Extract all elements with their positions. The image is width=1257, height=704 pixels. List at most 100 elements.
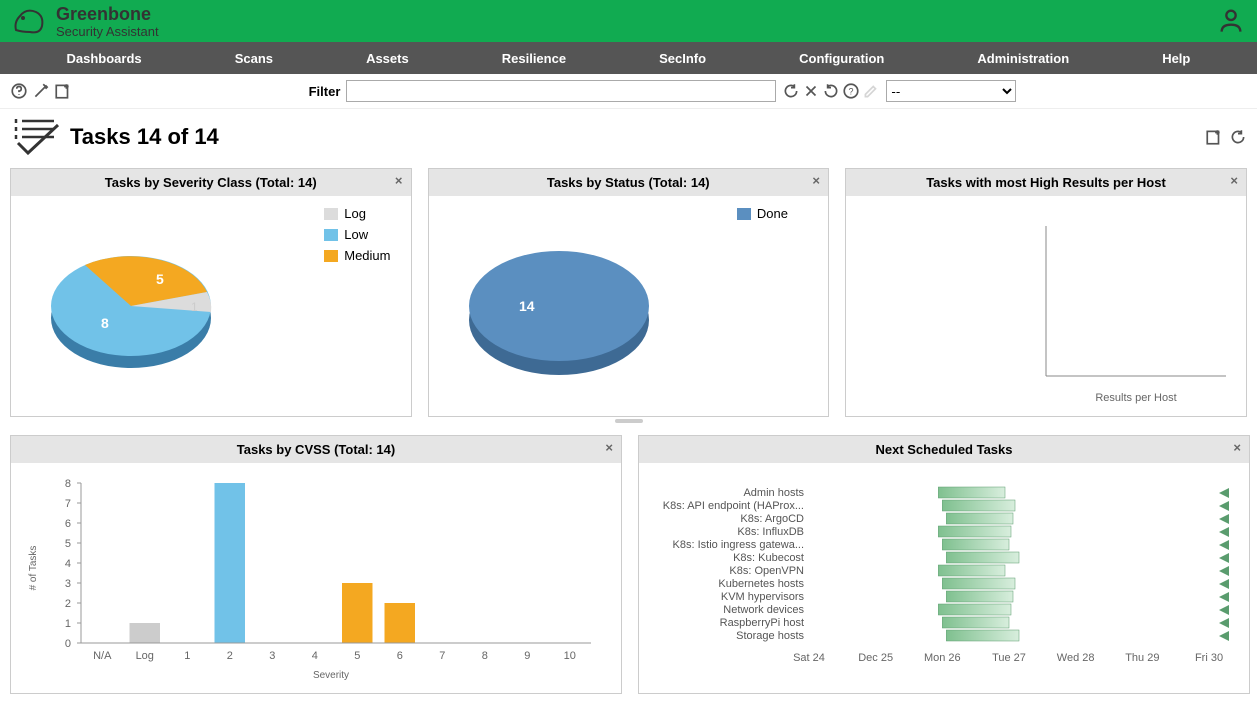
wizard-icon[interactable] xyxy=(32,82,50,100)
svg-text:Kubernetes hosts: Kubernetes hosts xyxy=(718,578,804,590)
svg-text:4: 4 xyxy=(312,650,318,662)
svg-text:7: 7 xyxy=(439,650,445,662)
panel-scheduled: Next Scheduled Tasks × Admin hostsK8s: AP… xyxy=(638,435,1250,694)
svg-text:5: 5 xyxy=(354,650,360,662)
toolbar: Filter ? -- xyxy=(0,74,1257,109)
nav-configuration[interactable]: Configuration xyxy=(783,43,900,74)
panel-high-title: Tasks with most High Results per Host xyxy=(926,175,1166,190)
svg-text:4: 4 xyxy=(65,558,71,570)
page-head: Tasks 14 of 14 xyxy=(0,109,1257,168)
reset-filter-icon[interactable] xyxy=(822,82,840,100)
filter-select[interactable]: -- xyxy=(886,80,1016,102)
svg-text:1: 1 xyxy=(65,618,71,630)
svg-text:K8s: InfluxDB: K8s: InfluxDB xyxy=(737,526,804,538)
svg-text:0: 0 xyxy=(65,638,71,650)
svg-text:6: 6 xyxy=(65,518,71,530)
svg-text:Dec 25: Dec 25 xyxy=(858,652,893,664)
panel-high-results: Tasks with most High Results per Host × R… xyxy=(845,168,1247,417)
legend-log: Log xyxy=(344,206,366,221)
svg-text:3: 3 xyxy=(65,578,71,590)
new-task-icon[interactable] xyxy=(54,82,72,100)
panel-cvss-title: Tasks by CVSS (Total: 14) xyxy=(237,442,395,457)
panel-severity-title: Tasks by Severity Class (Total: 14) xyxy=(105,175,317,190)
refresh-filter-icon[interactable] xyxy=(782,82,800,100)
panel-status-title: Tasks by Status (Total: 14) xyxy=(547,175,710,190)
status-pie-chart: 14 xyxy=(439,206,699,406)
clear-filter-icon[interactable] xyxy=(802,82,820,100)
svg-text:Admin hosts: Admin hosts xyxy=(743,487,804,499)
svg-text:Tue 27: Tue 27 xyxy=(992,652,1026,664)
svg-text:K8s: ArgoCD: K8s: ArgoCD xyxy=(740,513,804,525)
svg-text:1: 1 xyxy=(184,650,190,662)
severity-pie-chart: 5 1 8 xyxy=(21,206,281,406)
svg-text:5: 5 xyxy=(65,538,71,550)
nav-secinfo[interactable]: SecInfo xyxy=(643,43,722,74)
legend-done: Done xyxy=(757,206,788,221)
nav-dashboards[interactable]: Dashboards xyxy=(51,43,158,74)
reset-dashboard-icon[interactable] xyxy=(1229,128,1247,146)
svg-text:2: 2 xyxy=(227,650,233,662)
close-icon[interactable]: × xyxy=(812,173,820,188)
svg-text:6: 6 xyxy=(397,650,403,662)
svg-text:?: ? xyxy=(849,86,854,96)
svg-text:K8s: Istio ingress gatewa...: K8s: Istio ingress gatewa... xyxy=(673,539,804,551)
close-icon[interactable]: × xyxy=(1233,440,1241,455)
panel-cvss: Tasks by CVSS (Total: 14) × # of Tasks Se… xyxy=(10,435,622,694)
help-filter-icon[interactable]: ? xyxy=(842,82,860,100)
svg-text:Thu 29: Thu 29 xyxy=(1125,652,1159,664)
svg-text:3: 3 xyxy=(269,650,275,662)
add-chart-icon[interactable] xyxy=(1205,128,1223,146)
greenbone-logo-icon xyxy=(12,2,48,41)
brand-subtitle: Security Assistant xyxy=(56,25,159,38)
svg-text:8: 8 xyxy=(101,315,109,331)
panel-status: Tasks by Status (Total: 14) × 14 Done xyxy=(428,168,830,417)
svg-text:Fri 30: Fri 30 xyxy=(1195,652,1223,664)
svg-text:Severity: Severity xyxy=(313,670,349,681)
panel-severity: Tasks by Severity Class (Total: 14) × 5 1… xyxy=(10,168,412,417)
svg-text:K8s: OpenVPN: K8s: OpenVPN xyxy=(729,565,804,577)
filter-input[interactable] xyxy=(346,80,776,102)
svg-text:K8s: Kubecost: K8s: Kubecost xyxy=(733,552,804,564)
close-icon[interactable]: × xyxy=(605,440,613,455)
legend-medium: Medium xyxy=(344,248,390,263)
svg-text:Wed 28: Wed 28 xyxy=(1057,652,1095,664)
svg-text:Sat 24: Sat 24 xyxy=(793,652,825,664)
brand: Greenbone Security Assistant xyxy=(12,2,159,41)
main-nav: Dashboards Scans Assets Resilience SecIn… xyxy=(0,42,1257,74)
edit-filter-icon[interactable] xyxy=(862,82,880,100)
nav-scans[interactable]: Scans xyxy=(219,43,289,74)
svg-text:5: 5 xyxy=(156,271,164,287)
panel-sched-title: Next Scheduled Tasks xyxy=(875,442,1012,457)
svg-text:# of Tasks: # of Tasks xyxy=(28,546,39,591)
svg-text:Mon 26: Mon 26 xyxy=(924,652,961,664)
svg-text:10: 10 xyxy=(564,650,576,662)
svg-text:KVM hypervisors: KVM hypervisors xyxy=(721,591,805,603)
nav-assets[interactable]: Assets xyxy=(350,43,425,74)
close-icon[interactable]: × xyxy=(1230,173,1238,188)
svg-text:N/A: N/A xyxy=(93,650,112,662)
svg-text:8: 8 xyxy=(65,478,71,490)
high-results-chart: Results per Host xyxy=(856,206,1236,406)
row-separator[interactable] xyxy=(0,417,1257,425)
nav-help[interactable]: Help xyxy=(1146,43,1206,74)
scheduled-gantt-chart: Admin hostsK8s: API endpoint (HAProx...K… xyxy=(649,473,1239,683)
svg-text:9: 9 xyxy=(524,650,530,662)
user-icon[interactable] xyxy=(1217,6,1245,37)
nav-administration[interactable]: Administration xyxy=(961,43,1085,74)
brand-title: Greenbone xyxy=(56,5,159,23)
help-icon[interactable] xyxy=(10,82,28,100)
svg-text:Storage hosts: Storage hosts xyxy=(736,630,804,642)
svg-text:K8s: API endpoint (HAProx...: K8s: API endpoint (HAProx... xyxy=(663,500,804,512)
svg-text:Results per Host: Results per Host xyxy=(1095,392,1176,404)
legend-low: Low xyxy=(344,227,368,242)
svg-text:8: 8 xyxy=(482,650,488,662)
close-icon[interactable]: × xyxy=(395,173,403,188)
app-header: Greenbone Security Assistant xyxy=(0,0,1257,42)
nav-resilience[interactable]: Resilience xyxy=(486,43,582,74)
tasks-list-icon xyxy=(10,115,60,158)
svg-text:2: 2 xyxy=(65,598,71,610)
svg-text:1: 1 xyxy=(191,300,198,314)
svg-text:14: 14 xyxy=(519,298,535,314)
page-title: Tasks 14 of 14 xyxy=(70,124,219,150)
filter-label: Filter xyxy=(309,84,341,99)
